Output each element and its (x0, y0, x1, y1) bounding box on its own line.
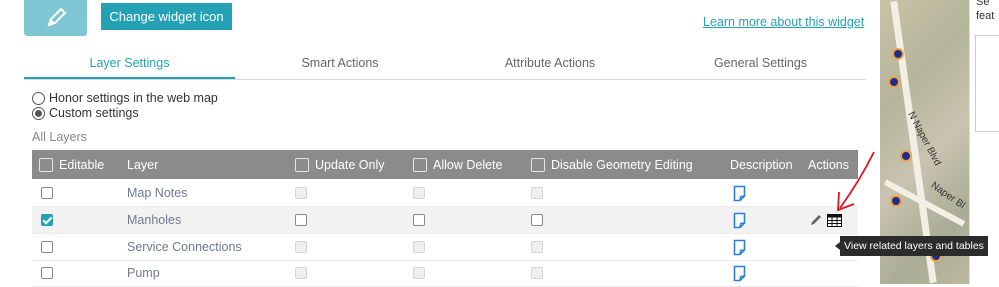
disable-geometry-all-checkbox[interactable] (531, 157, 545, 172)
honor-web-map-radio[interactable]: Honor settings in the web map (32, 91, 218, 105)
description-icon[interactable] (733, 239, 746, 256)
editable-checkbox[interactable] (41, 187, 53, 199)
editable-checkbox[interactable] (41, 214, 53, 226)
custom-settings-radio[interactable]: Custom settings (32, 106, 139, 120)
manhole-marker[interactable] (892, 48, 904, 60)
table-row: Map Notes (32, 180, 858, 207)
select-all-editable-checkbox[interactable] (39, 157, 53, 172)
description-column-header: Description (730, 157, 793, 172)
learn-more-link[interactable]: Learn more about this widget (703, 15, 864, 29)
layer-column-header: Layer (127, 157, 159, 172)
editable-checkbox[interactable] (41, 267, 53, 279)
radio-button[interactable] (32, 91, 45, 105)
table-row: Pump (32, 260, 858, 287)
update-only-checkbox[interactable] (295, 214, 307, 226)
tab-layer-settings[interactable]: Layer Settings (24, 48, 235, 79)
radio-label: Honor settings in the web map (49, 91, 218, 105)
tab-attribute-actions[interactable]: Attribute Actions (445, 48, 655, 77)
tab-smart-actions[interactable]: Smart Actions (235, 48, 445, 77)
disable-geometry-checkbox (531, 241, 543, 253)
description-icon[interactable] (733, 185, 746, 202)
layer-name: Map Notes (127, 186, 188, 200)
table-row: Service Connections (32, 234, 858, 261)
allow-delete-checkbox[interactable] (413, 214, 425, 226)
radio-label: Custom settings (49, 106, 139, 120)
manhole-marker[interactable] (890, 195, 902, 207)
tab-general-settings[interactable]: General Settings (655, 48, 866, 77)
update-only-checkbox (295, 267, 307, 279)
description-icon[interactable] (733, 212, 746, 229)
manhole-marker[interactable] (888, 76, 900, 88)
all-layers-heading: All Layers (32, 130, 87, 144)
side-panel-text: feat (976, 10, 995, 22)
radio-button[interactable] (32, 106, 45, 120)
update-only-column-header: Update Only (295, 150, 384, 179)
widget-icon-tile (24, 0, 87, 36)
update-only-all-checkbox[interactable] (295, 157, 309, 172)
settings-tabs: Layer Settings Smart Actions Attribute A… (24, 48, 866, 80)
disable-geometry-checkbox (531, 187, 543, 199)
update-only-checkbox (295, 187, 307, 199)
layer-table-header: Editable Layer Update Only Allow Delete … (32, 150, 858, 179)
update-only-checkbox (295, 241, 307, 253)
layer-name: Service Connections (127, 240, 242, 254)
allow-delete-checkbox (413, 241, 425, 253)
annotation-arrow (837, 151, 875, 212)
layer-name: Pump (127, 266, 160, 280)
description-icon[interactable] (733, 265, 746, 282)
disable-geometry-checkbox (531, 267, 543, 279)
allow-delete-checkbox (413, 187, 425, 199)
side-panel-box (975, 35, 999, 132)
widget-config-panel: Change widget icon Learn more about this… (0, 0, 880, 287)
allow-delete-column-header: Allow Delete (413, 150, 502, 179)
edit-pencil-icon (46, 7, 66, 27)
side-panel-text: Se (976, 0, 990, 8)
editable-column-header: Editable (39, 150, 104, 179)
manhole-marker[interactable] (900, 150, 912, 162)
editable-checkbox[interactable] (41, 241, 53, 253)
allow-delete-checkbox (413, 267, 425, 279)
table-row: Manholes (32, 207, 858, 234)
disable-geometry-column-header: Disable Geometry Editing (531, 150, 693, 179)
tooltip: View related layers and tables (835, 236, 988, 256)
layer-name: Manholes (127, 213, 182, 227)
disable-geometry-checkbox[interactable] (531, 214, 543, 226)
change-widget-icon-button[interactable]: Change widget icon (101, 3, 232, 30)
pencil-icon[interactable] (809, 213, 823, 227)
allow-delete-all-checkbox[interactable] (413, 157, 427, 172)
